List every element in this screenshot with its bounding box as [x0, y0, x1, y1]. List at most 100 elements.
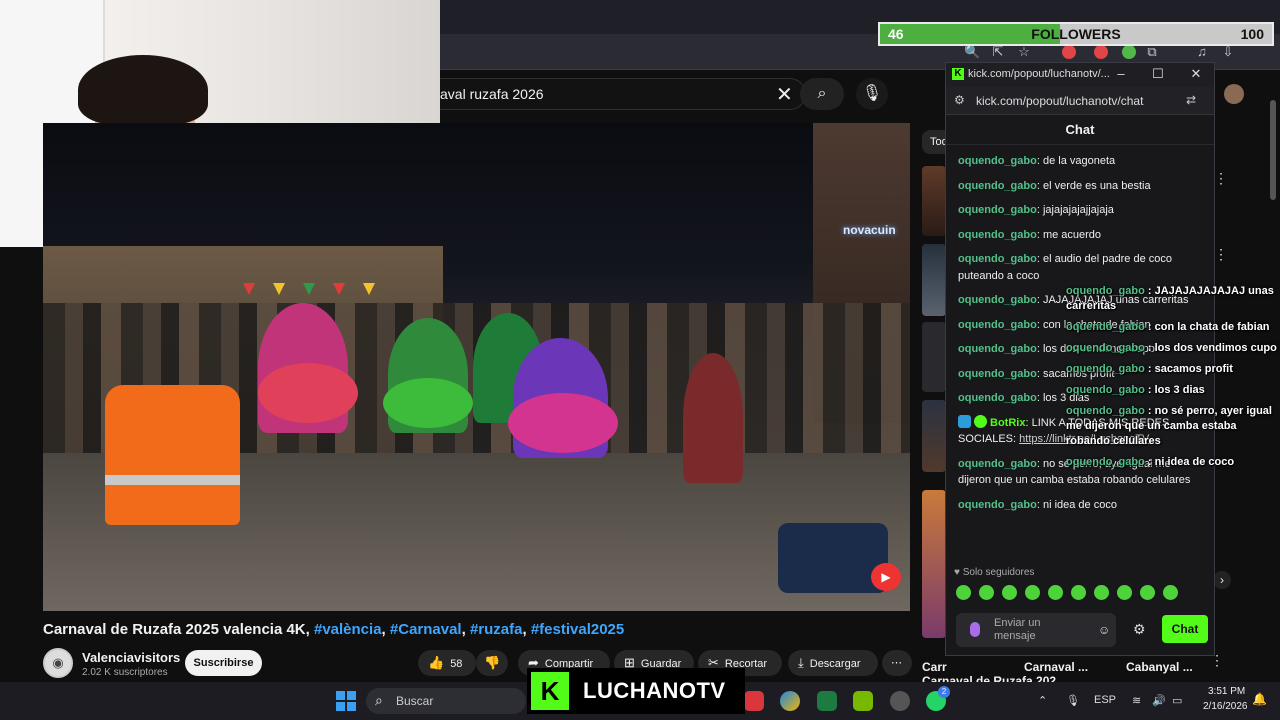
popup-url-bar[interactable]: ⚙ kick.com/popout/luchanotv/chat ⇄: [946, 87, 1214, 115]
recommended-title[interactable]: Carnaval ...: [1024, 660, 1088, 674]
download-button[interactable]: ⤓ Descargar: [788, 650, 878, 676]
hashtag-link[interactable]: #ruzafa: [470, 621, 523, 638]
recommended-title[interactable]: Cabanyal ...: [1126, 660, 1193, 674]
site-info-icon[interactable]: ⚙: [954, 93, 965, 107]
wifi-icon[interactable]: ≋: [1132, 694, 1141, 707]
stream-overlay-chat: oquendo_gabo : JAJAJAJAJAJAJ unas carrer…: [1066, 284, 1280, 476]
emote-icon[interactable]: [1094, 585, 1109, 600]
thumbs-down-icon: 👎: [484, 655, 501, 670]
extension-icon[interactable]: [1094, 45, 1108, 59]
taskbar-app-icon[interactable]: [744, 691, 764, 711]
overlay-chat-line: oquendo_gabo : sacamos profit: [1066, 363, 1233, 375]
windows-start-icon[interactable]: [336, 691, 356, 711]
extensions-icon[interactable]: ⧉: [1144, 44, 1160, 60]
microphone-icon[interactable]: 🎙: [1066, 694, 1080, 707]
chat-message: oquendo_gabo: me acuerdo: [958, 228, 1102, 241]
more-icon: ⋯: [891, 657, 902, 669]
minimize-icon[interactable]: –: [1113, 66, 1129, 81]
recommended-thumbnail[interactable]: [922, 400, 946, 472]
recommended-thumbnail[interactable]: [922, 490, 946, 638]
hashtag-link[interactable]: #festival2025: [531, 621, 624, 638]
popup-url[interactable]: kick.com/popout/luchanotv/chat: [976, 94, 1143, 108]
emote-icon[interactable]: [1117, 585, 1132, 600]
emote-icon[interactable]: [956, 585, 971, 600]
battery-icon[interactable]: ▭: [1172, 694, 1182, 707]
more-icon[interactable]: ⋮: [1214, 170, 1228, 187]
hashtag-link[interactable]: #Carnaval: [390, 621, 462, 638]
media-control-icon[interactable]: ♫: [1194, 44, 1210, 60]
emote-icon[interactable]: [1002, 585, 1017, 600]
video-title: Carnaval de Ruzafa 2025 valencia 4K, #va…: [43, 621, 625, 638]
taskbar-app-icon[interactable]: [890, 691, 910, 711]
chat-send-button[interactable]: Chat: [1162, 615, 1208, 643]
overlay-chat-line: oquendo_gabo : con la chata de fabian: [1066, 321, 1270, 333]
like-button[interactable]: 👍 58: [418, 650, 476, 676]
language-indicator[interactable]: ESP: [1094, 694, 1116, 706]
notification-badge: 2: [938, 686, 950, 698]
clock-date[interactable]: 2/16/2026: [1203, 701, 1248, 712]
clear-search-icon[interactable]: ✕: [776, 82, 793, 107]
search-icon: ⌕: [375, 692, 383, 708]
video-title-text: Carnaval de Ruzafa 2025 valencia 4K,: [43, 621, 310, 638]
kick-logo-icon: K: [531, 672, 569, 710]
bookmark-star-icon[interactable]: ☆: [1016, 44, 1032, 60]
popup-title: kick.com/popout/luchanotv/...: [968, 68, 1110, 80]
recommended-thumbnail[interactable]: [922, 244, 946, 316]
video-watermark-icon: ▶: [871, 563, 901, 591]
youtube-search-box[interactable]: ✕: [440, 78, 806, 110]
nvidia-app-icon[interactable]: [853, 691, 873, 711]
taskbar-search-box[interactable]: ⌕ Buscar: [366, 688, 526, 714]
install-app-icon[interactable]: ⇱: [990, 44, 1006, 60]
more-icon[interactable]: ⋮: [1214, 246, 1228, 263]
emoji-icon[interactable]: ☺: [1098, 623, 1110, 637]
emote-icon[interactable]: [1071, 585, 1086, 600]
browser-app-icon[interactable]: [780, 691, 800, 711]
hashtag-link[interactable]: #valència: [314, 621, 382, 638]
youtube-search-button[interactable]: ⌕: [800, 78, 844, 110]
maximize-icon[interactable]: ☐: [1150, 66, 1166, 82]
extension-icon[interactable]: [1062, 45, 1076, 59]
followers-label: FOLLOWERS: [1031, 26, 1121, 42]
video-scene-orange-vest-worker: [105, 385, 240, 525]
emote-icon[interactable]: [979, 585, 994, 600]
overlay-chat-line: oquendo_gabo : los dos vendimos cupo: [1066, 342, 1277, 354]
emote-icon[interactable]: [1163, 585, 1178, 600]
channel-name[interactable]: Valenciavisitors: [82, 650, 180, 665]
chevron-up-icon[interactable]: ⌃: [1038, 694, 1047, 707]
translate-icon[interactable]: ⇄: [1186, 93, 1196, 107]
dislike-button[interactable]: 👎: [476, 650, 508, 676]
emote-quick-bar: [956, 585, 1206, 603]
emote-icon[interactable]: [1048, 585, 1063, 600]
chat-settings-gear-icon[interactable]: ⚙: [1133, 621, 1146, 638]
volume-icon[interactable]: 🔊: [1152, 694, 1166, 707]
microphone-icon[interactable]: [970, 622, 980, 637]
chat-header: Chat: [946, 115, 1214, 145]
video-scene-spectator: [683, 353, 743, 483]
chat-message: oquendo_gabo: el audio del padre de coco…: [958, 253, 1172, 282]
emote-icon[interactable]: [1140, 585, 1155, 600]
downloads-icon[interactable]: ⇩: [1220, 44, 1236, 60]
chat-input-placeholder: Enviar un mensaje: [994, 617, 1041, 642]
recommended-thumbnail[interactable]: [922, 166, 946, 236]
subscribe-button[interactable]: Suscribirse: [185, 650, 262, 676]
chat-message-input[interactable]: Enviar un mensaje ☺: [956, 613, 1116, 647]
video-player[interactable]: novacuin ▶: [43, 123, 910, 611]
voice-search-button[interactable]: 🎙: [856, 78, 888, 110]
youtube-search-input[interactable]: [440, 86, 760, 102]
close-icon[interactable]: ✕: [1188, 66, 1204, 82]
chat-message: oquendo_gabo: jajajajajajjajaja: [958, 204, 1114, 216]
followers-only-notice: ♥ Solo seguidores: [954, 567, 1035, 578]
excel-app-icon[interactable]: [817, 691, 837, 711]
recommended-thumbnail[interactable]: [922, 322, 946, 392]
emote-icon[interactable]: [1025, 585, 1040, 600]
user-avatar[interactable]: [1224, 84, 1244, 104]
notification-bell-icon[interactable]: 🔔: [1252, 692, 1267, 706]
zoom-icon[interactable]: 🔍: [964, 44, 980, 60]
page-scrollbar-thumb[interactable]: [1270, 100, 1276, 200]
channel-subscriber-count: 2.02 K suscriptores: [82, 667, 168, 678]
extension-icon[interactable]: [1122, 45, 1136, 59]
clock-time[interactable]: 3:51 PM: [1208, 686, 1245, 697]
carousel-next-icon[interactable]: ›: [1213, 571, 1231, 589]
more-actions-button[interactable]: ⋯: [882, 650, 912, 676]
channel-avatar[interactable]: ◉: [43, 648, 73, 678]
